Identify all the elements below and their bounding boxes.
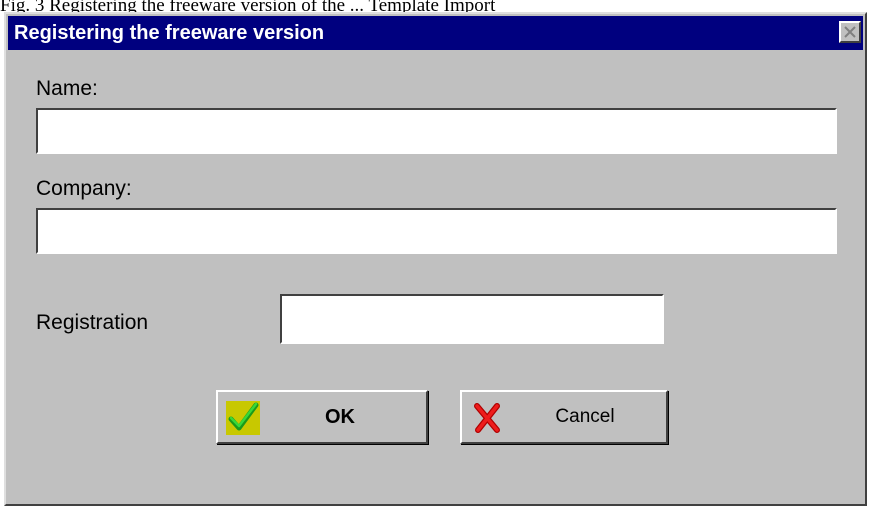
registration-field[interactable]	[280, 294, 664, 344]
ok-button[interactable]: OK	[216, 390, 428, 444]
cancel-button-label: Cancel	[555, 406, 615, 427]
ok-button-label: OK	[325, 405, 355, 428]
title-bar[interactable]: Registering the freeware version	[8, 16, 863, 50]
name-label: Name:	[36, 77, 98, 100]
close-button[interactable]	[839, 21, 861, 43]
company-label: Company:	[36, 177, 132, 200]
close-icon	[844, 26, 856, 38]
checkmark-icon	[226, 401, 260, 435]
registration-dialog: Registering the freeware version Name: C…	[4, 12, 867, 506]
company-field[interactable]	[36, 208, 837, 254]
name-field[interactable]	[36, 108, 837, 154]
x-cross-icon	[474, 403, 500, 433]
cancel-button[interactable]: Cancel	[460, 390, 668, 444]
registration-label: Registration	[36, 311, 149, 334]
dialog-title: Registering the freeware version	[14, 22, 325, 44]
